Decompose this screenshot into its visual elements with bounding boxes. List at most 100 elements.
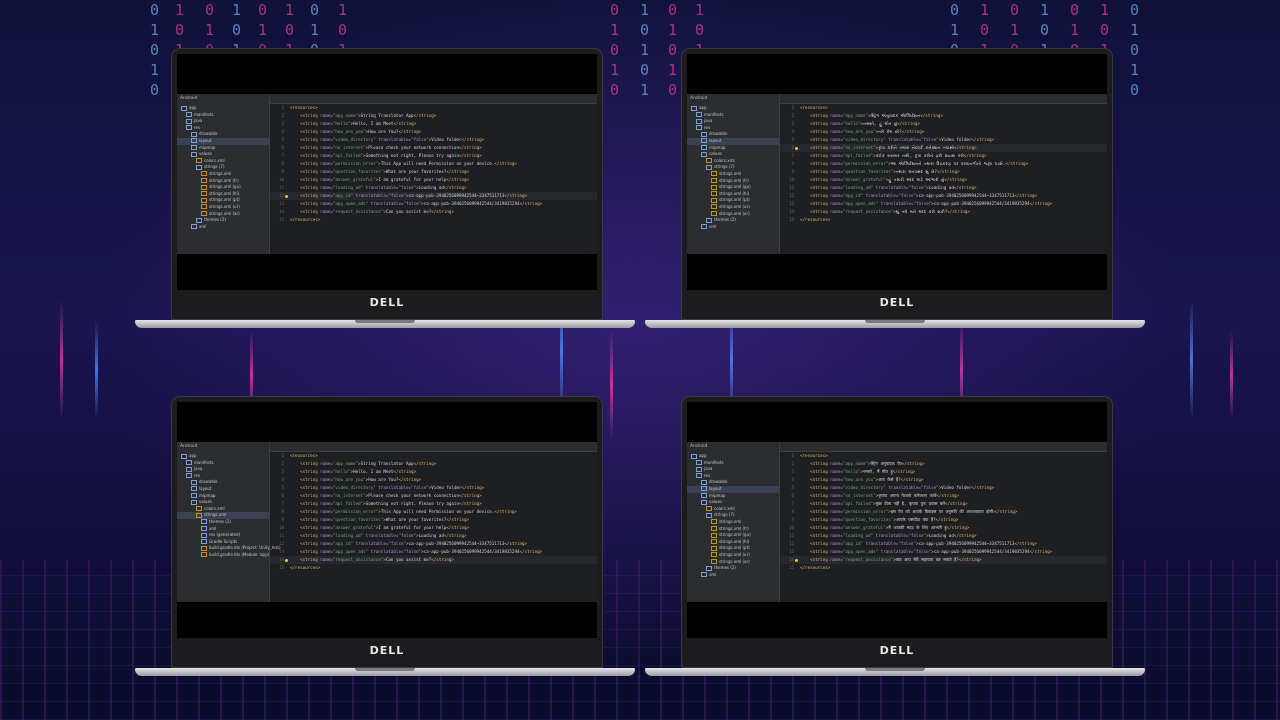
code-value: Something not right, Please try again xyxy=(365,501,459,506)
tree-item[interactable]: java xyxy=(177,118,269,125)
tree-item[interactable]: mipmap xyxy=(687,493,779,500)
code-extra-attr: translatable="false" xyxy=(885,485,939,490)
tree-item[interactable]: res xyxy=(687,473,779,480)
tree-item[interactable]: app xyxy=(177,453,269,460)
tree-item[interactable]: res xyxy=(177,125,269,132)
tree-item[interactable]: themes (2) xyxy=(687,217,779,224)
tree-item[interactable]: colors.xml xyxy=(177,506,269,513)
folder-icon xyxy=(701,493,707,499)
tree-item[interactable]: strings.xml xyxy=(177,171,269,178)
tree-item[interactable]: strings.xml (hi) xyxy=(177,191,269,198)
tree-item[interactable]: values xyxy=(687,499,779,506)
tree-item[interactable]: manifests xyxy=(177,112,269,119)
tree-item[interactable]: xml xyxy=(177,224,269,231)
tree-item[interactable]: build.gradle.kts (Module :app) xyxy=(177,552,269,559)
tree-item[interactable]: themes (2) xyxy=(177,519,269,526)
tree-item[interactable]: strings.xml (ur) xyxy=(177,204,269,211)
tree-item[interactable]: res (generated) xyxy=(177,532,269,539)
project-panel-title[interactable]: Android xyxy=(177,94,269,105)
tree-item[interactable]: drawable xyxy=(687,479,779,486)
tree-item[interactable]: strings.xml (gu) xyxy=(687,184,779,191)
tree-item[interactable]: strings.xml (hi) xyxy=(687,191,779,198)
tree-item[interactable]: manifests xyxy=(687,112,779,119)
lightbulb-icon xyxy=(285,558,288,562)
tree-item[interactable]: values xyxy=(687,151,779,158)
tree-item[interactable]: layout xyxy=(687,137,779,145)
tree-item[interactable]: colors.xml xyxy=(687,158,779,165)
folder-icon xyxy=(701,499,707,505)
line-number: 5 xyxy=(791,137,794,142)
code-value: मैं आपकी मदद के लिए आभारी हूं xyxy=(888,525,947,530)
tree-item[interactable]: strings.xml (fr) xyxy=(687,526,779,533)
code-value: નમસ્તે, હું મીત છું xyxy=(863,121,898,126)
tree-item[interactable]: strings.xml (fr) xyxy=(687,178,779,185)
tree-item[interactable]: strings (7) xyxy=(177,164,269,171)
tree-item[interactable]: strings.xml (ur) xyxy=(687,204,779,211)
tree-item[interactable]: themes (2) xyxy=(687,565,779,572)
tree-item[interactable]: strings.xml (ar) xyxy=(687,211,779,218)
code-attr: name= xyxy=(320,533,333,538)
tree-item[interactable]: strings (7) xyxy=(687,512,779,519)
project-panel-title[interactable]: Android xyxy=(177,442,269,453)
tree-item[interactable]: app xyxy=(687,453,779,460)
tree-item[interactable]: res xyxy=(177,473,269,480)
tree-item[interactable]: strings.xml (pt) xyxy=(687,545,779,552)
code-editor[interactable]: 1 <resources> 2 <string name="app_name">St… xyxy=(270,104,597,224)
tree-item[interactable]: strings.xml xyxy=(177,512,269,519)
tree-item[interactable]: colors.xml xyxy=(177,158,269,165)
tree-item[interactable]: xml xyxy=(687,224,779,231)
tree-item[interactable]: manifests xyxy=(177,460,269,467)
code-editor[interactable]: 1 <resources> 2 <string name="app_name">स्… xyxy=(780,452,1107,572)
tree-item[interactable]: strings.xml (gu) xyxy=(177,184,269,191)
tree-item[interactable]: xml xyxy=(177,526,269,533)
tree-item[interactable]: mipmap xyxy=(687,145,779,152)
tree-item-label: strings.xml (ar) xyxy=(719,558,750,564)
tree-item[interactable]: res xyxy=(687,125,779,132)
line-number: 5 xyxy=(791,485,794,490)
project-panel-title[interactable]: Android xyxy=(687,94,779,105)
tree-item[interactable]: app xyxy=(687,105,779,112)
tree-item[interactable]: build.gradle.kts (Project: Unity_Ads) xyxy=(177,545,281,552)
tree-item[interactable]: strings.xml (pt) xyxy=(687,197,779,204)
tree-item[interactable]: values xyxy=(177,499,269,506)
tree-item[interactable]: java xyxy=(687,118,779,125)
tree-item[interactable]: Gradle Scripts xyxy=(177,539,269,546)
tree-item[interactable]: xml xyxy=(687,572,779,579)
code-value: क्या आप मेरी सहायता कर सकते हैं? xyxy=(895,557,959,562)
line-number: 13 xyxy=(788,201,794,206)
tree-item[interactable]: strings.xml xyxy=(687,519,779,526)
line-number: 1 xyxy=(791,105,794,110)
tree-item[interactable]: java xyxy=(687,466,779,473)
project-panel-title[interactable]: Android xyxy=(687,442,779,453)
code-editor[interactable]: 1 <resources> 2 <string name="app_name">St… xyxy=(270,452,597,572)
tree-item[interactable]: strings.xml (gu) xyxy=(687,532,779,539)
tree-item[interactable]: strings.xml (hi) xyxy=(687,539,779,546)
tree-item[interactable]: mipmap xyxy=(177,145,269,152)
line-number: 3 xyxy=(281,469,284,474)
tree-item[interactable]: layout xyxy=(177,486,269,493)
tree-item[interactable]: drawable xyxy=(177,479,269,486)
tree-item[interactable]: strings (7) xyxy=(687,164,779,171)
code-line: 8 <string name="permission_error">इस ऐप … xyxy=(780,508,1107,516)
tree-item[interactable]: java xyxy=(177,466,269,473)
tree-item[interactable]: drawable xyxy=(177,131,269,138)
tree-item[interactable]: colors.xml xyxy=(687,506,779,513)
tree-item[interactable]: strings.xml xyxy=(687,171,779,178)
tree-item[interactable]: drawable xyxy=(687,131,779,138)
tree-item[interactable]: mipmap xyxy=(177,493,269,500)
tree-item[interactable]: strings.xml (ar) xyxy=(177,211,269,218)
tree-item[interactable]: app xyxy=(177,105,269,112)
code-attr: name= xyxy=(830,209,843,214)
tree-item[interactable]: strings.xml (pt) xyxy=(177,197,269,204)
tree-item[interactable]: layout xyxy=(177,137,269,145)
tree-item[interactable]: themes (2) xyxy=(177,217,269,224)
code-editor[interactable]: 1 <resources> 2 <string name="app_name">સ્… xyxy=(780,104,1107,224)
tree-item[interactable]: strings.xml (ur) xyxy=(687,552,779,559)
tree-item[interactable]: strings.xml (fr) xyxy=(177,178,269,185)
tree-item[interactable]: layout xyxy=(687,485,779,493)
tree-item-label: strings.xml (ar) xyxy=(719,210,750,216)
tree-item[interactable]: manifests xyxy=(687,460,779,467)
tree-item[interactable]: values xyxy=(177,151,269,158)
tree-item[interactable]: strings.xml (ar) xyxy=(687,559,779,566)
folder-icon xyxy=(191,145,197,151)
